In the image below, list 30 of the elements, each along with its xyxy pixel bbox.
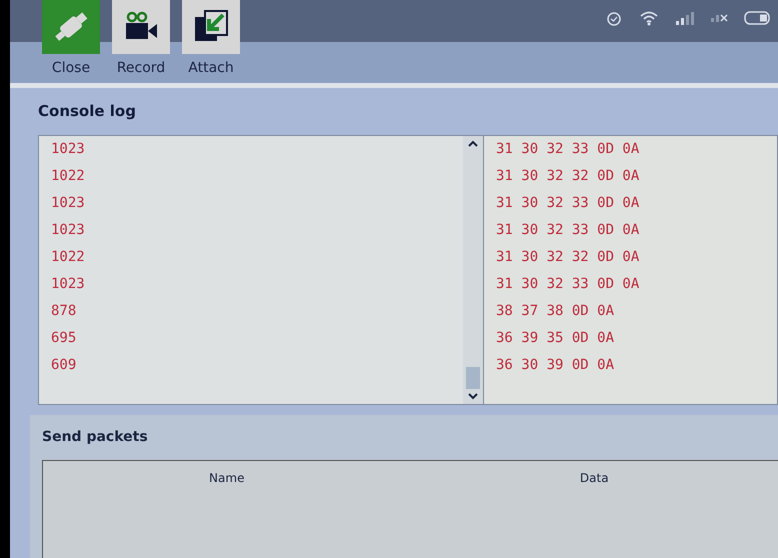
hex-value: 31 30 32 33 0D 0A	[496, 194, 640, 212]
scroll-down-icon	[468, 392, 478, 400]
hex-value: 36 30 39 0D 0A	[496, 356, 614, 374]
log-value: 878	[51, 302, 76, 320]
hex-value: 36 39 35 0D 0A	[496, 328, 614, 348]
log-value: 695	[51, 328, 76, 348]
log-value: 1023	[51, 220, 85, 240]
column-header[interactable]: Data	[580, 468, 609, 486]
hex-value: 31 30 32 33 0D 0A	[496, 220, 640, 240]
no-signal-icon	[711, 14, 728, 22]
section-title: Console log	[38, 101, 136, 122]
hex-value: 31 30 32 32 0D 0A	[496, 248, 640, 266]
hex-value: 31 30 32 32 0D 0A	[496, 166, 640, 186]
section-title: Send packets	[42, 428, 148, 446]
column-header[interactable]: Name	[209, 468, 244, 486]
scroll-up-icon	[468, 140, 478, 146]
log-value: 1022	[51, 166, 85, 186]
hex-value: 31 30 32 33 0D 0A	[496, 274, 640, 294]
log-value: 609	[51, 356, 76, 374]
hex-value: 38 37 38 0D 0A	[496, 302, 614, 320]
log-value: 1022	[51, 248, 85, 266]
log-value: 1023	[51, 194, 85, 212]
wifi-icon	[639, 10, 659, 26]
hex-value: 31 30 32 33 0D 0A	[496, 140, 640, 158]
log-value: 1023	[51, 140, 85, 158]
log-value: 1023	[51, 274, 85, 294]
signal-icon	[675, 11, 695, 25]
scroll-thumb[interactable]	[466, 366, 480, 388]
scrollbar[interactable]	[463, 136, 483, 404]
battery-icon	[744, 11, 770, 25]
